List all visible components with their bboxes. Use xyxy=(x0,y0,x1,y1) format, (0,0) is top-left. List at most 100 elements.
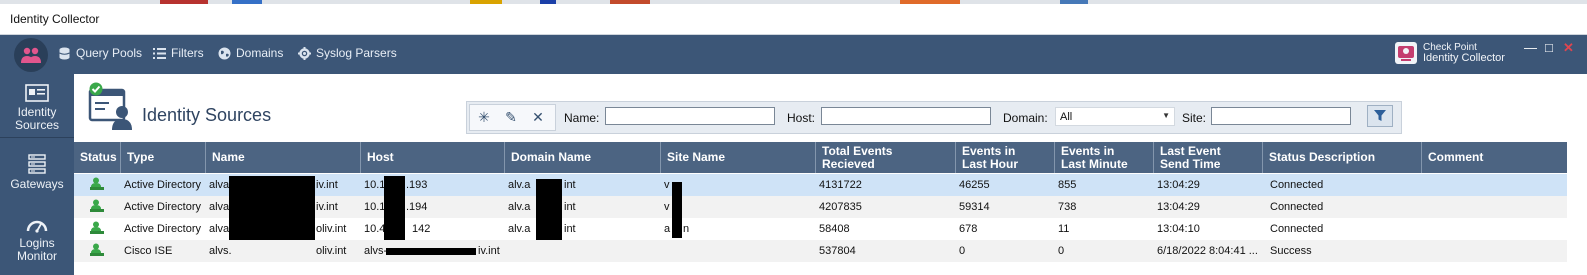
col-events-last-hour[interactable]: Events in Last Hour xyxy=(956,142,1055,173)
cell-host-suffix: .194 xyxy=(406,201,428,213)
cell-host-suffix: 142 xyxy=(412,223,431,235)
identity-sources-icon xyxy=(25,84,49,102)
cell-type: Active Directory xyxy=(124,201,202,213)
cell-host-suffix: iv.int xyxy=(478,245,500,257)
cell-total-events: 4131722 xyxy=(819,179,862,191)
cell-name: alva xyxy=(209,179,230,191)
dropdown-arrow-icon: ▼ xyxy=(1162,111,1170,120)
cell-domain-suffix: int xyxy=(564,201,576,213)
cell-host: alvs- xyxy=(364,245,388,257)
check-point-logo: Check Point Identity Collector xyxy=(1395,42,1505,64)
col-name[interactable]: Name xyxy=(206,142,361,173)
col-status-description[interactable]: Status Description xyxy=(1263,142,1422,173)
col-status[interactable]: Status xyxy=(74,142,121,173)
redaction-block xyxy=(229,176,315,240)
filter-list-icon xyxy=(153,47,166,59)
home-button[interactable] xyxy=(14,38,48,72)
cell-domain-suffix: int xyxy=(564,223,576,235)
col-domain-name[interactable]: Domain Name xyxy=(505,142,661,173)
globe-icon xyxy=(218,47,231,59)
sidebar-item-gateways[interactable]: Gateways xyxy=(0,154,74,191)
minimize-button[interactable]: — xyxy=(1524,40,1537,55)
table-row[interactable]: Cisco ISE alvs. oliv.int alvs- iv.int 53… xyxy=(74,240,1567,262)
cell-domain: alv.a xyxy=(508,223,531,235)
site-filter-label: Site: xyxy=(1182,111,1207,125)
cell-name: alvs. xyxy=(209,245,232,257)
main-content: Identity Sources ✳ ✎ ✕ Name: Host: Domai… xyxy=(74,74,1587,275)
cell-events-hour: 46255 xyxy=(959,179,990,191)
close-button[interactable]: ✕ xyxy=(1563,40,1574,56)
sidebar-logins-monitor-line2: Monitor xyxy=(16,249,57,263)
domain-filter-select[interactable]: All ▼ xyxy=(1055,107,1175,126)
cell-events-hour: 59314 xyxy=(959,201,990,213)
page-title: Identity Sources xyxy=(142,105,272,125)
cell-domain: alv.a xyxy=(508,201,531,213)
nav-filters-label: Filters xyxy=(171,46,204,60)
nav-query-pools-label: Query Pools xyxy=(76,46,143,60)
host-filter-input[interactable] xyxy=(821,107,991,125)
cell-type: Active Directory xyxy=(124,179,202,191)
asterisk-add-icon: ✳ xyxy=(478,109,490,125)
window-title-bar: Identity Collector xyxy=(0,4,1587,35)
cell-events-minute: 11 xyxy=(1058,223,1070,235)
col-events-last-minute[interactable]: Events in Last Minute xyxy=(1055,142,1154,173)
cell-site-suffix: n xyxy=(683,223,690,235)
connected-status-icon xyxy=(90,199,104,212)
syslog-parsers-icon xyxy=(298,46,311,60)
cell-last-event: 13:04:10 xyxy=(1157,223,1200,235)
top-nav-bar: Query Pools Filters Domains Syslog Parse… xyxy=(0,35,1587,74)
sidebar-item-logins-monitor[interactable]: Logins Monitor xyxy=(0,219,74,263)
cell-total-events: 58408 xyxy=(819,223,850,235)
edit-button[interactable]: ✎ xyxy=(500,107,522,127)
nav-filters[interactable]: Filters xyxy=(153,46,204,60)
delete-button[interactable]: ✕ xyxy=(527,107,549,127)
cell-host: 10.1 xyxy=(364,179,386,191)
funnel-icon xyxy=(1374,110,1386,121)
col-site-name[interactable]: Site Name xyxy=(661,142,816,173)
gateways-icon xyxy=(28,154,46,174)
cell-status-description: Connected xyxy=(1270,223,1324,235)
nav-syslog-parsers-label: Syslog Parsers xyxy=(316,46,397,60)
col-host[interactable]: Host xyxy=(361,142,505,173)
cell-last-event: 13:04:29 xyxy=(1157,179,1200,191)
cell-events-hour: 678 xyxy=(959,223,978,235)
cell-last-event: 13:04:29 xyxy=(1157,201,1200,213)
cell-type: Cisco ISE xyxy=(124,245,173,257)
cell-last-event: 6/18/2022 8:04:41 ... xyxy=(1157,245,1258,257)
nav-syslog-parsers[interactable]: Syslog Parsers xyxy=(298,46,397,60)
cell-total-events: 4207835 xyxy=(819,201,862,213)
redaction-block xyxy=(384,176,405,240)
filter-toolbar: ✳ ✎ ✕ Name: Host: Domain: All ▼ Site: xyxy=(466,101,1402,134)
col-total-events[interactable]: Total Events Recieved xyxy=(816,142,956,173)
add-button[interactable]: ✳ xyxy=(473,107,495,127)
pencil-icon: ✎ xyxy=(505,109,517,125)
cell-site: a xyxy=(664,223,671,235)
col-last-event-send-time[interactable]: Last Event Send Time xyxy=(1154,142,1263,173)
users-icon xyxy=(21,47,41,63)
action-button-group: ✳ ✎ ✕ xyxy=(469,104,556,131)
cell-name: alva xyxy=(209,223,230,235)
cell-host: 10.4 xyxy=(364,223,386,235)
maximize-button[interactable]: □ xyxy=(1545,40,1553,55)
identity-collector-logo-icon xyxy=(1395,42,1417,64)
cell-name-suffix: oliv.int xyxy=(316,245,347,257)
cell-status-description: Success xyxy=(1270,245,1312,257)
name-filter-input[interactable] xyxy=(605,107,775,125)
database-icon xyxy=(59,47,70,59)
apply-filter-button[interactable] xyxy=(1367,105,1393,127)
domain-filter-value: All xyxy=(1060,111,1073,123)
site-filter-input[interactable] xyxy=(1211,107,1351,125)
cell-domain-suffix: int xyxy=(564,179,576,191)
nav-query-pools[interactable]: Query Pools xyxy=(58,46,142,60)
col-type[interactable]: Type xyxy=(121,142,206,173)
nav-domains[interactable]: Domains xyxy=(218,46,283,60)
left-sidebar: Identity Sources Gateways Logins Monitor xyxy=(0,74,74,275)
col-comment[interactable]: Comment xyxy=(1422,142,1567,173)
table-header: Status Type Name Host Domain Name Site N… xyxy=(74,142,1567,173)
window-title: Identity Collector xyxy=(10,12,100,26)
cell-status-description: Connected xyxy=(1270,179,1324,191)
sidebar-gateways-label: Gateways xyxy=(10,177,64,191)
nav-domains-label: Domains xyxy=(236,46,284,60)
sidebar-item-identity-sources[interactable]: Identity Sources xyxy=(0,74,74,137)
cell-total-events: 537804 xyxy=(819,245,856,257)
